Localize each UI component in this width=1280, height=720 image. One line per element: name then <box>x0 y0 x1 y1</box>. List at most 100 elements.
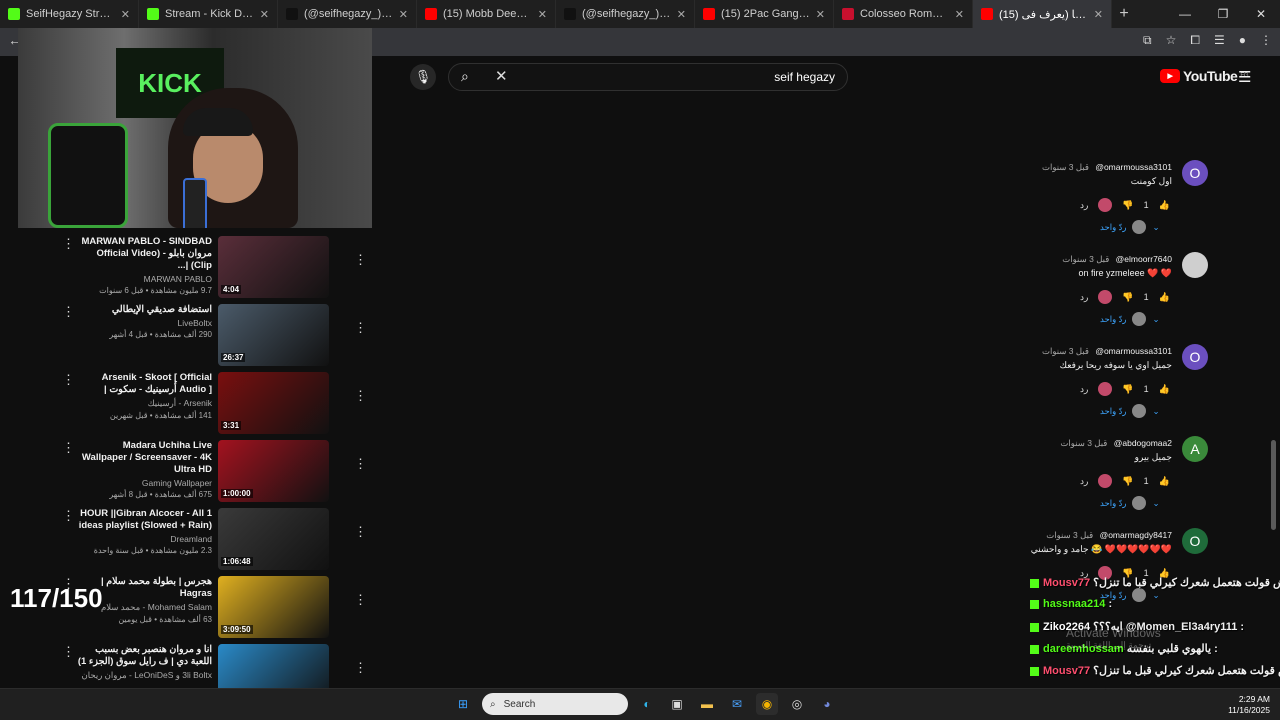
youtube-logo[interactable]: ▶ YouTube EG <box>1160 68 1248 84</box>
close-tab-icon[interactable]: ✕ <box>1094 8 1103 21</box>
cast-icon[interactable]: ⧉ <box>1143 33 1152 48</box>
new-tab-icon[interactable]: + <box>1112 5 1136 23</box>
overflow-menu-icon[interactable]: ⋮ <box>354 320 367 336</box>
like-icon[interactable]: 👍 <box>1159 292 1170 303</box>
view-replies-button[interactable]: ردّ واحد ⌄ <box>1100 496 1160 510</box>
related-video-item[interactable]: ⋮ Madara Uchiha Live Wallpaper / Screens… <box>40 436 372 502</box>
video-channel[interactable]: MARWAN PABLO <box>76 274 212 284</box>
video-menu-icon[interactable]: ⋮ <box>62 508 75 524</box>
browser-tab[interactable]: (15) اول فيديو ليا (يعرف فى ✕ <box>973 0 1112 28</box>
overflow-menu-icon[interactable]: ⋮ <box>354 524 367 540</box>
search-input[interactable]: ⌕ ✕ seif hegazy <box>448 63 848 91</box>
overflow-menu-icon[interactable]: ⋮ <box>354 252 367 268</box>
video-channel[interactable]: Gaming Wallpaper <box>76 478 212 488</box>
video-channel[interactable]: LiveBoltx <box>76 318 213 328</box>
profile-avatar[interactable]: ● <box>1239 33 1246 48</box>
reply-button[interactable]: رد <box>1080 200 1088 211</box>
comment-avatar[interactable]: O <box>1182 528 1208 554</box>
video-menu-icon[interactable]: ⋮ <box>62 372 75 388</box>
video-channel[interactable]: Arsenik - أرسينيك <box>76 398 212 409</box>
view-replies-button[interactable]: ردّ واحد ⌄ <box>1100 404 1160 418</box>
like-icon[interactable]: 👍 <box>1159 200 1170 211</box>
video-thumbnail[interactable]: 26:37 <box>218 304 329 366</box>
browser-tab[interactable]: (@seifhegazy_) | TikTok(+99) ✕ <box>278 0 417 28</box>
reply-button[interactable]: رد <box>1080 292 1088 303</box>
video-title[interactable]: Madara Uchiha Live Wallpaper / Screensav… <box>76 440 212 476</box>
overflow-menu-icon[interactable]: ⋮ <box>354 592 367 608</box>
extensions-icon[interactable]: ⧠ <box>1190 33 1200 48</box>
video-channel[interactable]: 3li Boltx و LeOniDeS - مروان ريحان <box>76 670 212 681</box>
browser-tab[interactable]: (15) Mobb Deep - Shook ✕ <box>417 0 556 28</box>
overflow-menu-icon[interactable]: ⋮ <box>354 388 367 404</box>
comment-avatar[interactable]: O <box>1182 160 1208 186</box>
like-icon[interactable]: 👍 <box>1159 384 1170 395</box>
dislike-icon[interactable]: 👎 <box>1122 476 1133 487</box>
reply-button[interactable]: رد <box>1080 384 1088 395</box>
comment-avatar[interactable] <box>1182 252 1208 278</box>
browser-tab[interactable]: Colosseo Roma. Prenotaz ✕ <box>834 0 973 28</box>
reading-list-icon[interactable]: ☰ <box>1214 33 1225 48</box>
comment-author[interactable]: @omarmoussa3101 <box>1095 346 1172 356</box>
dislike-icon[interactable]: 👎 <box>1122 200 1133 211</box>
browser-tab[interactable]: (15) 2Pac Gangsta Rap ✕ <box>695 0 834 28</box>
system-clock[interactable]: 2:29 AM 11/16/2025 <box>1228 694 1270 716</box>
overflow-menu-icon[interactable]: ⋮ <box>354 660 367 676</box>
video-thumbnail[interactable]: 3:09:50 <box>218 576 329 638</box>
video-title[interactable]: 1 HOUR ||Gibran Alcocer - All ideas play… <box>76 508 212 532</box>
close-tab-icon[interactable]: ✕ <box>816 8 825 21</box>
browser-tab[interactable]: SeifHegazy Stream - Watch ✕ <box>0 0 139 28</box>
hamburger-menu-icon[interactable]: ☰ <box>1238 68 1251 86</box>
maximize-icon[interactable]: ❐ <box>1204 0 1242 28</box>
voice-search-mic-icon[interactable]: 🎙 <box>410 64 436 90</box>
video-thumbnail[interactable]: 3:31 <box>218 372 329 434</box>
obs-icon[interactable]: ◎ <box>786 693 808 715</box>
discord-icon[interactable]: ◕ <box>816 693 838 715</box>
chat-username[interactable]: Mousv77 <box>1043 577 1090 589</box>
search-icon[interactable]: ⌕ <box>461 68 469 85</box>
like-icon[interactable]: 👍 <box>1159 476 1170 487</box>
view-replies-button[interactable]: ردّ واحد ⌄ <box>1100 312 1160 326</box>
taskbar-search[interactable]: ⌕ Search <box>482 693 628 715</box>
comment-avatar[interactable]: O <box>1182 344 1208 370</box>
comment-author[interactable]: @elmoorr7640 <box>1116 254 1172 264</box>
video-menu-icon[interactable]: ⋮ <box>62 644 75 660</box>
comment-avatar[interactable]: A <box>1182 436 1208 462</box>
more-menu-icon[interactable]: ⋮ <box>1260 33 1272 48</box>
video-channel[interactable]: Dreamland <box>76 534 212 544</box>
close-tab-icon[interactable]: ✕ <box>260 8 269 21</box>
clear-search-icon[interactable]: ✕ <box>495 67 508 85</box>
store-icon[interactable]: ▣ <box>666 693 688 715</box>
video-title[interactable]: Arsenik - Skoot [ Official Audio ] أرسين… <box>76 372 212 396</box>
comment-author[interactable]: @abdogomaa2 <box>1114 438 1172 448</box>
related-video-item[interactable]: ⋮ MARWAN PABLO - SINDBAD مروان بابلو - (… <box>40 232 372 298</box>
chat-username[interactable]: hassnaa214 <box>1043 598 1105 610</box>
browser-tab[interactable]: Stream - Kick Dashboard ✕ <box>139 0 278 28</box>
video-thumbnail[interactable]: 4:04 <box>218 236 329 298</box>
related-video-item[interactable]: ⋮ استضافة صديقي الإيطالي LiveBoltx 290 أ… <box>40 300 372 366</box>
reply-button[interactable]: رد <box>1080 476 1088 487</box>
video-menu-icon[interactable]: ⋮ <box>62 236 75 252</box>
overflow-menu-icon[interactable]: ⋮ <box>354 456 367 472</box>
chat-username[interactable]: Mousv77 <box>1043 665 1090 677</box>
video-title[interactable]: انا و مروان هنصبر بعض بسبب اللعبة دي | ف… <box>76 644 212 668</box>
close-tab-icon[interactable]: ✕ <box>677 8 686 21</box>
close-tab-icon[interactable]: ✕ <box>955 8 964 21</box>
video-menu-icon[interactable]: ⋮ <box>62 440 75 456</box>
minimize-icon[interactable]: — <box>1166 0 1204 28</box>
close-tab-icon[interactable]: ✕ <box>538 8 547 21</box>
related-video-item[interactable]: ⋮ Arsenik - Skoot [ Official Audio ] أرس… <box>40 368 372 434</box>
bookmark-star-icon[interactable]: ☆ <box>1166 33 1177 48</box>
close-tab-icon[interactable]: ✕ <box>399 8 408 21</box>
mail-icon[interactable]: ✉ <box>726 693 748 715</box>
view-replies-button[interactable]: ردّ واحد ⌄ <box>1100 220 1160 234</box>
video-thumbnail[interactable]: 1:06:48 <box>218 508 329 570</box>
video-thumbnail[interactable]: 1:00:00 <box>218 440 329 502</box>
video-title[interactable]: MARWAN PABLO - SINDBAD مروان بابلو - (Of… <box>76 236 212 272</box>
related-video-item[interactable]: ⋮ 1 HOUR ||Gibran Alcocer - All ideas pl… <box>40 504 372 570</box>
video-title[interactable]: استضافة صديقي الإيطالي <box>76 304 212 316</box>
file-explorer-icon[interactable]: ▬ <box>696 693 718 715</box>
browser-tab[interactable]: (@seifhegazy_) | TikTok ✕ <box>556 0 695 28</box>
chrome-icon[interactable]: ◉ <box>756 693 778 715</box>
dislike-icon[interactable]: 👎 <box>1122 292 1133 303</box>
scrollbar-thumb[interactable] <box>1271 440 1276 530</box>
